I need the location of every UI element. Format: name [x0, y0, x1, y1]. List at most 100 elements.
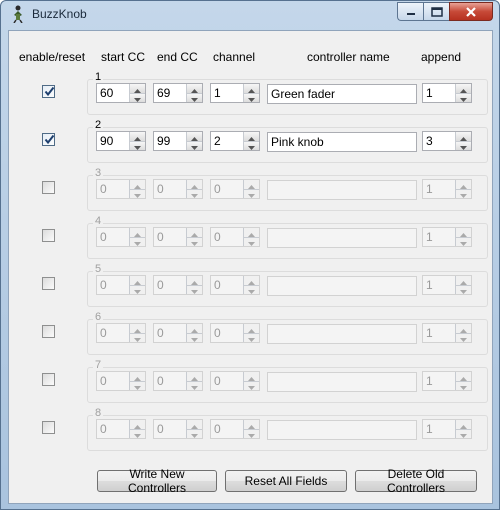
- spin-down-button[interactable]: [456, 429, 471, 438]
- spin-down-button[interactable]: [187, 333, 202, 342]
- enable-checkbox[interactable]: [42, 325, 55, 338]
- start-cc-spinner[interactable]: 0: [96, 227, 146, 247]
- controller-name-input[interactable]: [267, 420, 417, 440]
- spin-down-button[interactable]: [187, 285, 202, 294]
- controller-name-input[interactable]: [267, 180, 417, 200]
- end-cc-spinner[interactable]: 0: [153, 179, 203, 199]
- start-cc-spinner[interactable]: 0: [96, 323, 146, 343]
- channel-spinner[interactable]: 2: [210, 131, 260, 151]
- spin-down-button[interactable]: [244, 285, 259, 294]
- enable-checkbox[interactable]: [42, 85, 55, 98]
- spin-down-button[interactable]: [130, 333, 145, 342]
- spin-down-button[interactable]: [130, 429, 145, 438]
- spin-down-button[interactable]: [187, 237, 202, 246]
- append-spinner[interactable]: 1: [422, 323, 472, 343]
- channel-spinner[interactable]: 0: [210, 419, 260, 439]
- append-spinner[interactable]: 1: [422, 275, 472, 295]
- arrow-down-icon: [460, 427, 467, 441]
- enable-checkbox[interactable]: [42, 421, 55, 434]
- controller-name-input[interactable]: [267, 276, 417, 296]
- write-new-controllers-button[interactable]: Write New Controllers: [97, 467, 217, 495]
- spin-down-button[interactable]: [187, 381, 202, 390]
- enable-checkbox[interactable]: [42, 277, 55, 290]
- append-spinner[interactable]: 1: [422, 371, 472, 391]
- start-cc-spinner[interactable]: 0: [96, 371, 146, 391]
- end-cc-spinner[interactable]: 0: [153, 227, 203, 247]
- spin-down-button[interactable]: [244, 429, 259, 438]
- arrow-down-icon: [191, 331, 198, 345]
- append-spinner[interactable]: 1: [422, 179, 472, 199]
- header-append: append: [421, 50, 462, 64]
- spin-down-button[interactable]: [187, 93, 202, 102]
- controller-name-input[interactable]: Green fader: [267, 84, 417, 104]
- spin-down-button[interactable]: [187, 189, 202, 198]
- maximize-button[interactable]: [423, 2, 449, 21]
- channel-spinner[interactable]: 1: [210, 83, 260, 103]
- minimize-button[interactable]: [397, 2, 423, 21]
- spinner-value: 0: [157, 182, 164, 196]
- spin-down-button[interactable]: [130, 93, 145, 102]
- spin-down-button[interactable]: [244, 381, 259, 390]
- channel-spinner[interactable]: 0: [210, 227, 260, 247]
- channel-spinner[interactable]: 0: [210, 275, 260, 295]
- controller-name-input[interactable]: [267, 372, 417, 392]
- spin-down-button[interactable]: [456, 237, 471, 246]
- spin-down-button[interactable]: [456, 189, 471, 198]
- maximize-icon: [430, 6, 443, 17]
- spin-down-button[interactable]: [187, 141, 202, 150]
- reset-all-fields-button[interactable]: Reset All Fields: [225, 470, 347, 492]
- header-controller-name: controller name: [307, 50, 390, 64]
- group-label: 4: [93, 215, 104, 227]
- delete-old-controllers-button[interactable]: Delete Old Controllers: [355, 467, 477, 495]
- end-cc-spinner[interactable]: 0: [153, 275, 203, 295]
- spin-down-button[interactable]: [456, 93, 471, 102]
- spin-down-button[interactable]: [244, 333, 259, 342]
- spin-down-button[interactable]: [244, 93, 259, 102]
- controller-name-input[interactable]: Pink knob: [267, 132, 417, 152]
- spinner-value: 0: [100, 230, 107, 244]
- spin-down-button[interactable]: [456, 333, 471, 342]
- spin-down-button[interactable]: [244, 237, 259, 246]
- close-button[interactable]: [449, 2, 493, 21]
- spin-down-button[interactable]: [130, 189, 145, 198]
- start-cc-spinner[interactable]: 0: [96, 275, 146, 295]
- channel-spinner[interactable]: 0: [210, 323, 260, 343]
- spin-down-button[interactable]: [187, 429, 202, 438]
- enable-checkbox[interactable]: [42, 373, 55, 386]
- spin-down-button[interactable]: [130, 237, 145, 246]
- spinner-value: 0: [214, 326, 221, 340]
- enable-checkbox[interactable]: [42, 229, 55, 242]
- start-cc-spinner[interactable]: 0: [96, 179, 146, 199]
- spinner-value: 2: [214, 134, 221, 148]
- spin-down-button[interactable]: [456, 381, 471, 390]
- spin-down-button[interactable]: [244, 189, 259, 198]
- append-spinner[interactable]: 1: [422, 419, 472, 439]
- spinner-value: 0: [100, 422, 107, 436]
- spin-down-button[interactable]: [456, 141, 471, 150]
- end-cc-spinner[interactable]: 0: [153, 419, 203, 439]
- enable-checkbox[interactable]: [42, 181, 55, 194]
- title-bar[interactable]: BuzzKnob: [1, 1, 499, 27]
- end-cc-spinner[interactable]: 99: [153, 131, 203, 151]
- channel-spinner[interactable]: 0: [210, 179, 260, 199]
- start-cc-spinner[interactable]: 0: [96, 419, 146, 439]
- enable-checkbox[interactable]: [42, 133, 55, 146]
- close-icon: [466, 6, 476, 17]
- end-cc-spinner[interactable]: 69: [153, 83, 203, 103]
- end-cc-spinner[interactable]: 0: [153, 371, 203, 391]
- channel-spinner[interactable]: 0: [210, 371, 260, 391]
- end-cc-spinner[interactable]: 0: [153, 323, 203, 343]
- append-spinner[interactable]: 1: [422, 83, 472, 103]
- spin-down-button[interactable]: [244, 141, 259, 150]
- controller-name-input[interactable]: [267, 228, 417, 248]
- append-spinner[interactable]: 1: [422, 227, 472, 247]
- controller-name-input[interactable]: [267, 324, 417, 344]
- spin-down-button[interactable]: [130, 381, 145, 390]
- spin-down-button[interactable]: [456, 285, 471, 294]
- spin-down-button[interactable]: [130, 141, 145, 150]
- spinner-value: 3: [426, 134, 433, 148]
- spin-down-button[interactable]: [130, 285, 145, 294]
- start-cc-spinner[interactable]: 90: [96, 131, 146, 151]
- start-cc-spinner[interactable]: 60: [96, 83, 146, 103]
- append-spinner[interactable]: 3: [422, 131, 472, 151]
